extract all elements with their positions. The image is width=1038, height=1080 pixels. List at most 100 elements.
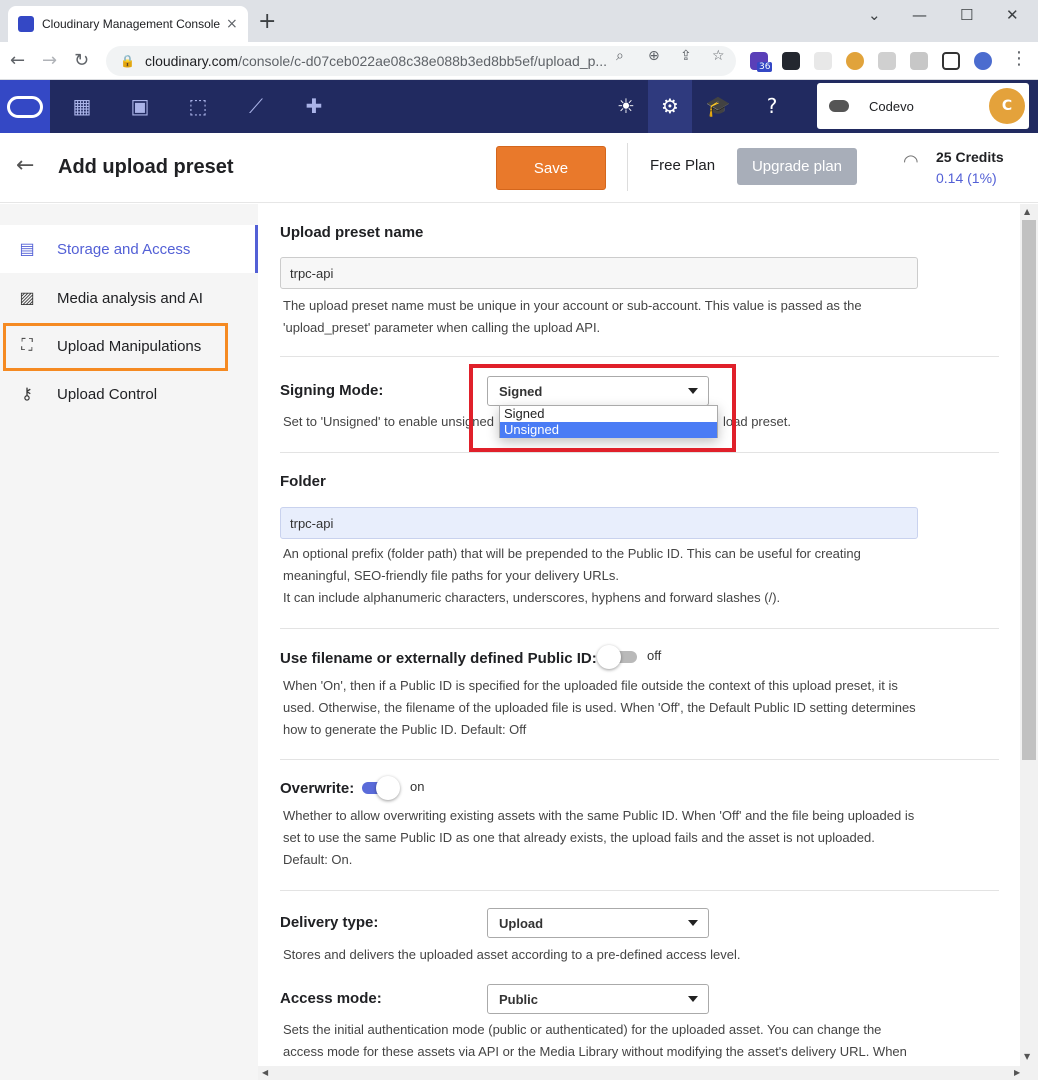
use-filename-help: When 'On', then if a Public ID is specif… [283,678,898,693]
color-extension-icon[interactable] [846,52,864,70]
overwrite-toggle[interactable] [362,776,400,800]
divider [280,628,999,629]
key-icon: ⚷ [21,386,33,403]
gear-icon: ⚙ [661,94,679,118]
url-path: /console/c-d07ceb022ae08c38e088b3ed8bb5e… [238,53,608,69]
folder-label: Folder [280,473,326,490]
divider [280,452,999,453]
folder-help: meaningful, SEO-friendly file paths for … [283,568,619,583]
app-navbar: ▦ ▣ ⬚ ⟋ ✚ ☀ ⚙ 🎓 ? Codevo C [0,80,1038,133]
media-library-icon[interactable]: ▣ [128,94,152,118]
signing-mode-label: Signing Mode: [280,382,384,399]
search-icon[interactable]: ⌕ [616,48,624,64]
tab-search-icon[interactable]: ⌄ [868,6,881,24]
preset-form: Upload preset name trpc-api The upload p… [258,204,1020,1066]
sidebar-item-label: Upload Control [57,385,158,403]
react-devtools-icon[interactable] [782,52,800,70]
toggle-knob [376,776,400,800]
addons-puzzle-icon[interactable]: ✚ [302,94,326,118]
address-bar[interactable]: 🔒 cloudinary.com/console/c-d07ceb022ae08… [106,46,736,76]
side-panel-icon[interactable] [942,52,960,70]
scrollbar-thumb[interactable] [1022,220,1036,760]
chrome-menu-icon[interactable]: ⋮ [1010,48,1028,69]
reload-icon[interactable]: ↻ [74,50,89,71]
back-icon[interactable]: ← [10,50,25,71]
minimize-icon[interactable]: — [912,6,927,24]
divider [280,759,999,760]
scroll-up-icon[interactable]: ▲ [1024,207,1030,216]
folder-help: An optional prefix (folder path) that wi… [283,546,861,561]
transformations-icon[interactable]: ⬚ [186,94,210,118]
page-title: Add upload preset [58,156,234,178]
tab-close-icon[interactable]: × [226,16,238,32]
avatar[interactable]: C [989,88,1025,124]
delivery-type-label: Delivery type: [280,914,379,931]
url-host: cloudinary.com [144,53,239,69]
access-mode-help: Sets the initial authentication mode (pu… [283,1022,882,1037]
bookmark-star-icon[interactable]: ☆ [712,48,725,64]
new-tab-button[interactable]: + [258,11,276,33]
settings-tab[interactable]: ⚙ [648,80,692,133]
chevron-down-icon [688,996,698,1002]
dashboard-icon[interactable]: ▦ [70,94,94,118]
tab-title: Cloudinary Management Console [42,17,220,31]
browser-tab[interactable]: Cloudinary Management Console × [8,6,248,42]
use-filename-help: used. Otherwise, the filename of the upl… [283,700,916,715]
overwrite-state: on [410,779,425,794]
sidebar-item-upload-control[interactable]: ⚷ Upload Control [0,370,258,418]
help-icon[interactable]: ? [760,94,784,118]
preset-name-help: The upload preset name must be unique in… [283,298,862,313]
overwrite-label: Overwrite: [280,780,355,797]
save-button[interactable]: Save [496,146,606,190]
scroll-right-icon[interactable]: ▶ [1014,1068,1020,1077]
horizontal-scrollbar[interactable]: ◀ ▶ [258,1066,1038,1080]
upgrade-plan-button[interactable]: Upgrade plan [737,148,857,185]
access-mode-label: Access mode: [280,990,382,1007]
overwrite-help: set to use the same Public ID as one tha… [283,830,875,845]
access-mode-value: Public [499,991,539,1007]
reports-icon[interactable]: ⟋ [244,94,268,118]
folder-input[interactable]: trpc-api [280,507,918,539]
flask-icon[interactable] [910,52,928,70]
browser-tabstrip: Cloudinary Management Console × + ⌄ — ☐ … [0,0,1038,42]
use-filename-label: Use filename or externally defined Publi… [280,650,597,667]
delivery-type-value: Upload [499,915,544,931]
lock-icon: 🔒 [120,54,135,68]
eyedropper-icon[interactable] [814,52,832,70]
sidebar-item-storage-and-access[interactable]: ▤ Storage and Access [0,225,258,273]
page-header: ← Add upload preset Save Free Plan Upgra… [0,133,1038,203]
scroll-left-icon[interactable]: ◀ [262,1068,268,1077]
lightbulb-icon[interactable]: ☀ [614,94,638,118]
credits-usage[interactable]: 0.14 (1%) [936,170,997,186]
delivery-type-select[interactable]: Upload [487,908,709,938]
account-switcher[interactable]: Codevo C [817,83,1029,129]
folder-help: It can include alphanumeric characters, … [283,590,781,605]
graduation-cap-icon[interactable]: 🎓 [706,94,731,118]
scroll-down-icon[interactable]: ▼ [1024,1052,1030,1061]
profile-icon[interactable] [974,52,992,70]
account-name: Codevo [869,98,914,114]
divider [280,356,999,357]
red-highlight-box [469,364,736,452]
vertical-scrollbar[interactable]: ▲ ▼ [1020,204,1038,1066]
maximize-icon[interactable]: ☐ [960,6,973,24]
sidebar-item-media-analysis[interactable]: ▨ Media analysis and AI [0,274,258,322]
preset-name-label: Upload preset name [280,224,424,241]
close-window-icon[interactable]: ✕ [1006,6,1019,24]
image-analysis-icon: ▨ [19,290,35,307]
access-mode-help: access mode for these assets via API or … [283,1044,907,1059]
overwrite-help: Whether to allow overwriting existing as… [283,808,915,823]
share-icon[interactable]: ⇪ [680,48,692,64]
back-arrow-icon[interactable]: ← [16,153,34,178]
use-filename-toggle[interactable] [597,645,637,669]
cloudinary-logo-icon[interactable] [0,80,50,133]
forward-icon[interactable]: → [42,50,57,71]
credits-count: 25 Credits [936,149,1004,165]
use-filename-help: how to generate the Public ID. Default: … [283,722,527,737]
preset-name-input[interactable]: trpc-api [280,257,918,289]
extensions-puzzle-icon[interactable] [878,52,896,70]
overwrite-help: Default: On. [283,852,353,867]
zoom-icon[interactable]: ⊕ [648,48,660,64]
access-mode-select[interactable]: Public [487,984,709,1014]
storage-icon: ▤ [19,241,35,258]
